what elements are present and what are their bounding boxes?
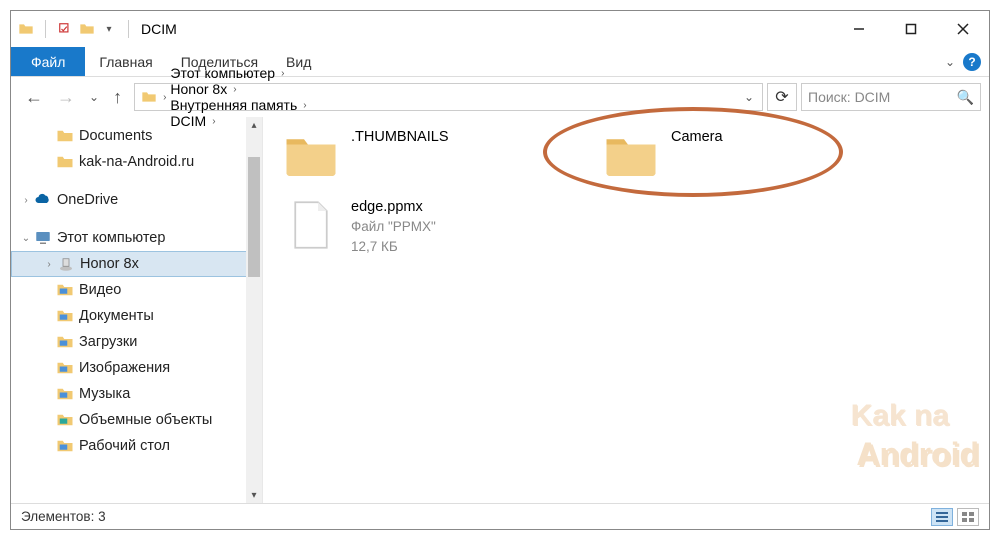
tree-item-icon [55,281,75,299]
tree-caret-icon[interactable]: › [19,195,33,206]
qat-folder-icon [17,20,35,38]
qat-chevron-down-icon[interactable]: ▾ [100,20,118,38]
file-name: edge.ppmx [351,197,436,217]
status-bar: Элементов: 3 [11,503,989,529]
file-name: .THUMBNAILS [351,127,449,147]
search-box[interactable]: Поиск: DCIM 🔍 [801,83,981,111]
file-name: Camera [671,127,723,147]
tree-item-icon [55,359,75,377]
tree-item-icon [33,191,53,209]
qat-separator [128,20,129,38]
address-bar-row: ← → ⌄ ↑ › Этот компьютер›Honor 8x›Внутре… [11,77,989,117]
watermark: Kak na [851,399,949,433]
scroll-down-icon[interactable]: ▾ [246,487,262,503]
minimize-button[interactable] [833,11,885,47]
tree-item-label: Этот компьютер [57,230,165,246]
close-button[interactable] [937,11,989,47]
addr-dropdown-icon[interactable]: ⌄ [744,90,754,104]
tree-item-label: Объемные объекты [79,412,212,428]
qat-properties-icon[interactable] [56,20,74,38]
search-icon: 🔍 [957,89,974,106]
tree-item-icon [55,307,75,325]
folder-icon [603,127,659,183]
tree-item[interactable]: ⌄ Этот компьютер [11,225,262,251]
tree-item-icon [55,437,75,455]
tree-item-icon [55,127,75,145]
help-icon[interactable]: ? [963,53,981,71]
file-list[interactable]: .THUMBNAILS Camera edge.ppmxФайл "PPMX"12,… [263,117,989,503]
breadcrumb-chevron-icon[interactable]: › [233,84,236,95]
folder-item[interactable]: Camera [603,127,723,183]
breadcrumb-chevron-icon[interactable]: › [303,100,306,111]
tree-item[interactable]: Музыка [11,381,262,407]
tree-item-label: Изображения [79,360,170,376]
ribbon-expand-icon[interactable]: ⌄ [945,55,955,69]
tree-item-icon [55,333,75,351]
refresh-button[interactable]: ⟳ [767,83,797,111]
tree-item-icon [55,385,75,403]
qat-newfolder-icon[interactable] [78,20,96,38]
search-placeholder: Поиск: DCIM [808,89,957,105]
tree-item[interactable]: Documents [11,123,262,149]
explorer-window: ▾ DCIM Файл Главная Поделиться Вид ⌄ ? ← [10,10,990,530]
tree-item-label: kak-na-Android.ru [79,154,194,170]
file-icon [283,197,339,253]
nav-recent-icon[interactable]: ⌄ [89,91,99,103]
nav-up-icon[interactable]: ↑ [113,88,122,106]
tree-item[interactable]: Объемные объекты [11,407,262,433]
tree-item[interactable]: Видео [11,277,262,303]
tree-item-icon [55,411,75,429]
folder-icon [283,127,339,183]
window-title: DCIM [141,21,177,37]
breadcrumb-item[interactable]: Внутренняя память› [166,97,310,113]
tree-item-label: Музыка [79,386,130,402]
tree-item-label: Documents [79,128,152,144]
nav-forward-icon[interactable]: → [57,88,75,106]
titlebar: ▾ DCIM [11,11,989,47]
tree-item[interactable]: › Honor 8x [11,251,262,277]
tree-item-icon [55,153,75,171]
tab-home[interactable]: Главная [85,47,166,76]
tree-item-label: OneDrive [57,192,118,208]
breadcrumb-chevron-icon[interactable]: › [281,68,284,79]
file-item[interactable]: edge.ppmxФайл "PPMX"12,7 КБ [283,197,436,257]
view-details-button[interactable] [931,508,953,526]
tree-item-label: Рабочий стол [79,438,170,454]
sidebar-scrollbar[interactable]: ▴ ▾ [246,117,262,503]
tab-file[interactable]: Файл [11,47,85,76]
nav-back-icon[interactable]: ← [25,88,43,106]
tree-caret-icon[interactable]: › [42,259,56,270]
qat-separator [45,20,46,38]
tree-item-label: Загрузки [79,334,137,350]
breadcrumb[interactable]: › Этот компьютер›Honor 8x›Внутренняя пам… [134,83,763,111]
item-count: Элементов: 3 [21,509,106,524]
tree-item-label: Honor 8x [80,256,139,272]
watermark: Android [856,436,979,473]
tree-item-label: Видео [79,282,121,298]
tree-item[interactable]: kak-na-Android.ru [11,149,262,175]
tree-item[interactable]: › OneDrive [11,187,262,213]
scroll-up-icon[interactable]: ▴ [246,117,262,133]
tree-item[interactable]: Загрузки [11,329,262,355]
tree-item[interactable]: Документы [11,303,262,329]
tree-caret-icon[interactable]: ⌄ [19,233,33,244]
file-type: Файл "PPMX" [351,217,436,237]
nav-tree: Documents kak-na-Android.ru › OneDrive ⌄ Этот… [11,117,263,503]
scroll-thumb[interactable] [248,157,260,277]
tree-item-label: Документы [79,308,154,324]
breadcrumb-item[interactable]: Honor 8x› [166,81,310,97]
maximize-button[interactable] [885,11,937,47]
folder-item[interactable]: .THUMBNAILS [283,127,449,183]
tree-item[interactable]: Рабочий стол [11,433,262,459]
tree-item-icon [56,255,76,273]
view-tiles-button[interactable] [957,508,979,526]
ribbon-tabs: Файл Главная Поделиться Вид ⌄ ? [11,47,989,77]
breadcrumb-item[interactable]: Этот компьютер› [166,65,310,81]
breadcrumb-root-icon[interactable] [139,89,159,105]
tree-item[interactable]: Изображения [11,355,262,381]
file-size: 12,7 КБ [351,237,436,257]
tree-item-icon [33,229,53,247]
